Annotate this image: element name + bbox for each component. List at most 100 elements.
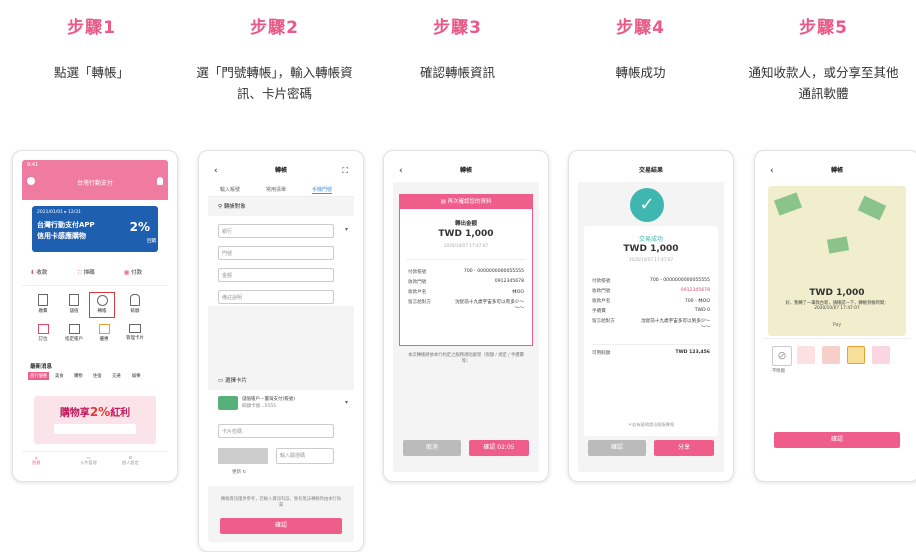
nav-settings[interactable]: ⚙ 個人設定	[122, 455, 139, 466]
bell-icon[interactable]	[157, 177, 163, 185]
action-pay[interactable]: ▦ 付款	[124, 268, 142, 276]
card-icon	[129, 324, 141, 333]
news-tab[interactable]: 購物	[74, 373, 83, 379]
detail-row: 收款戶名 700 - 林OO	[592, 299, 710, 304]
cancel-button[interactable]: 取消	[403, 440, 461, 456]
grid-item-pay-bill[interactable]: 繳費	[30, 294, 56, 314]
phone-field[interactable]: 門號	[218, 246, 334, 260]
money-icon	[857, 195, 887, 221]
action-scan[interactable]: ⛶ 掃碼	[78, 268, 95, 277]
step-description: 選「門號轉帳」，輸入轉帳資訊、卡片密碼	[196, 65, 353, 101]
confirm-button[interactable]: 確認	[588, 440, 646, 456]
step-title: 步驟3	[433, 18, 482, 38]
detail-row: 付款帳號 700 - 0000000000055555	[408, 269, 524, 275]
transfer-form-screen: ‹ 轉帳 ⛶ 輸入帳號 常用清單 手機門號 ⚲ 轉帳對象 銀行 ▾ 門號 金額 備註…	[208, 160, 354, 542]
card-name: 儲值帳戶－臺灣支付(帳號)	[242, 397, 296, 402]
amount-label: 轉出金額	[454, 221, 477, 227]
tab-phone[interactable]: 手機門號	[312, 186, 333, 194]
ticket-icon	[37, 324, 49, 334]
news-tab[interactable]: 娛樂	[132, 373, 141, 379]
tab-account[interactable]: 輸入帳號	[220, 186, 240, 193]
navbar: ‹ 轉帳	[393, 160, 539, 182]
refresh-captcha[interactable]: 更新 ↻	[232, 469, 246, 475]
news-tab[interactable]: 進行優惠	[28, 372, 50, 380]
tab-bar: 輸入帳號 常用清單 手機門號	[208, 182, 354, 197]
money-icon	[826, 236, 850, 254]
back-arrow-icon[interactable]: ‹	[399, 160, 403, 182]
nav-cards[interactable]: ▭ 卡片管理	[80, 455, 97, 466]
news-tab[interactable]: 住宿	[93, 373, 102, 379]
chevron-down-icon[interactable]: ▾	[345, 399, 348, 406]
step-1-column: 步驟1 點選「轉帳」 9:41 台灣行動支付 2021/01/01 ▸ 12/3…	[0, 0, 183, 552]
detail-row: 收款門號 0912345678	[592, 288, 710, 294]
section-target: ⚲ 轉帳對象	[218, 204, 246, 210]
page-title: 交易結果	[638, 167, 663, 174]
status-time: 9:41	[27, 162, 39, 168]
result-card: 交易成功 TWD 1,000 2020/10/07 17:47:07 付款帳號 7…	[584, 226, 718, 436]
sticker-money-icon[interactable]	[847, 346, 865, 364]
scan-icon[interactable]: ⛶	[342, 160, 348, 182]
target-form: 銀行 ▾ 門號 金額 備註說明	[208, 216, 354, 306]
step-title: 步驟2	[250, 18, 299, 38]
detail-row: 付款帳號 700 - 0000000000055555	[592, 278, 710, 284]
action-receive[interactable]: ⬇ 收款	[30, 268, 47, 276]
phone-mockup: 交易結果 ✓ 交易成功 TWD 1,000 2020/10/07 17:47:0…	[568, 150, 734, 482]
page-title: 轉帳	[459, 167, 472, 174]
detail-row: 收款門號 0912345678	[408, 279, 524, 285]
nav-home[interactable]: ⌂ 首頁	[32, 455, 40, 466]
confirm-button[interactable]: 確認 02:05	[469, 440, 529, 456]
grid-item-booking[interactable]: 訂位	[30, 324, 56, 342]
bill-icon	[38, 294, 48, 306]
tab-frequent[interactable]: 常用清單	[266, 186, 286, 193]
step-2-column: 步驟2 選「門號轉帳」，輸入轉帳資訊、卡片密碼 ‹ 轉帳 ⛶ 輸入帳號 常用清單 手…	[183, 0, 366, 552]
footer-note: ＊若有疑問請洽客服專線	[627, 422, 675, 427]
confirm-button[interactable]: 確認	[220, 518, 342, 534]
phone-mockup: ‹ 轉帳 ▤ 再次確認您的資料 轉出金額 TWD 1,000 2020/10/07…	[383, 150, 549, 482]
step-title: 步驟1	[67, 18, 116, 38]
bank-select[interactable]: 銀行	[218, 224, 334, 238]
promo-banner[interactable]: 2021/01/01 ▸ 12/31 台灣行動支付APP 信用卡感應購物 2% …	[32, 206, 158, 252]
back-arrow-icon[interactable]: ‹	[214, 160, 218, 182]
captcha-field[interactable]: 輸入驗證碼	[276, 448, 334, 464]
step-title: 步驟5	[799, 18, 848, 38]
detail-row: 可用餘額 TWD 123,456	[592, 350, 710, 356]
note-field[interactable]: 備註說明	[218, 290, 334, 304]
step-description: 點選「轉帳」	[53, 65, 129, 80]
banner-badge-sub: 回饋	[147, 239, 156, 244]
grid-item-balance[interactable]: 餘額	[122, 294, 148, 314]
card-form: 儲值帳戶－臺灣支付(帳號) 餘額卡號…5555 ▾ 卡片密碼 輸入驗證碼 更新 …	[208, 390, 354, 486]
notice-text: 本次轉帳將依本行約定之服務規則處理（限額 / 規定 / 手續費等）	[408, 353, 524, 364]
news-promo-card[interactable]: 購物享2%紅利	[34, 396, 156, 444]
grid-item-transfer[interactable]: 轉帳	[89, 292, 115, 318]
wallet-icon	[69, 294, 79, 306]
chevron-down-icon[interactable]: ▾	[345, 226, 348, 233]
result-screen: 交易結果 ✓ 交易成功 TWD 1,000 2020/10/07 17:47:0…	[578, 160, 724, 472]
promo-headline: 購物享2%紅利	[59, 405, 131, 419]
grid-item-topup[interactable]: 儲值	[61, 294, 87, 314]
card-pin-field[interactable]: 卡片密碼	[218, 424, 334, 438]
sticker-heart-icon[interactable]	[872, 346, 890, 364]
grid-item-manage-cards[interactable]: 管理卡片	[122, 324, 148, 341]
brand-logo: Pay	[832, 322, 842, 328]
gift-icon	[98, 324, 110, 334]
confirm-button[interactable]: 確認	[774, 432, 900, 448]
banner-badge: 2%	[129, 220, 150, 234]
no-image-icon[interactable]: ⊘	[772, 346, 792, 366]
amount-field[interactable]: 金額	[218, 268, 334, 282]
share-button[interactable]: 分享	[654, 440, 714, 456]
navbar: ‹ 轉帳	[764, 160, 910, 182]
share-message: 好，我轉了一筆款台新，請確認一下，轉帳到帳時間：2020/10/07 17:47…	[785, 301, 889, 311]
sticker-person-icon[interactable]	[797, 346, 815, 364]
detail-row: 留言給對方 沈從前十九歲宇宙多可以有多少～～～	[408, 300, 524, 311]
news-tab[interactable]: 美食	[55, 373, 64, 379]
bottom-nav: ⌂ 首頁 ▭ 卡片管理 ⚙ 個人設定	[22, 451, 168, 472]
step-5-column: 步驟5 通知收款人，或分享至其他通訊軟體 ‹ 轉帳 TWD 1,000 好，我轉了…	[732, 0, 916, 552]
grid-item-designated-account[interactable]: 指定帳戶	[61, 324, 87, 342]
step-3-column: 步驟3 確認轉帳資訊 ‹ 轉帳 ▤ 再次確認您的資料 轉出金額 TWD 1,000…	[366, 0, 549, 552]
avatar-icon[interactable]	[27, 177, 35, 185]
grid-item-offers[interactable]: 優惠	[91, 324, 117, 342]
news-tab[interactable]: 交通	[112, 373, 121, 379]
step-4-column: 步驟4 轉帳成功 交易結果 ✓ 交易成功 TWD 1,000 2020/10/0…	[549, 0, 734, 552]
sticker-house-icon[interactable]	[822, 346, 840, 364]
back-arrow-icon[interactable]: ‹	[770, 160, 774, 182]
